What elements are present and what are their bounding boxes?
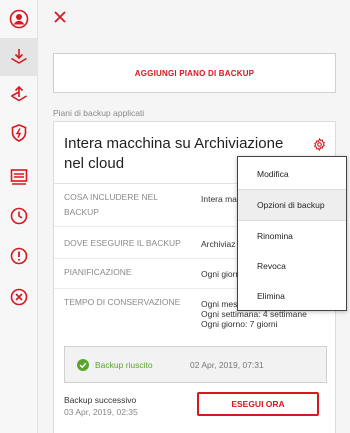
menu-item-rename[interactable]: Rinomina bbox=[238, 221, 346, 251]
deploy-icon bbox=[11, 85, 27, 102]
menu-item-edit[interactable]: Modifica bbox=[238, 159, 346, 189]
row-value-schedule: Ogni giorn bbox=[201, 269, 241, 279]
sidebar-item-alerts[interactable] bbox=[0, 237, 38, 275]
user-icon bbox=[9, 9, 29, 29]
section-label: Piani di backup applicati bbox=[53, 108, 145, 118]
cancel-icon bbox=[10, 288, 28, 306]
sidebar-item-backup[interactable] bbox=[0, 38, 38, 76]
success-check-icon bbox=[77, 359, 89, 371]
row-label-schedule: PIANIFICAZIONE bbox=[64, 267, 132, 277]
menu-item-revoke[interactable]: Revoca bbox=[238, 251, 346, 281]
backup-download-icon bbox=[11, 49, 27, 64]
row-label-where: DOVE ESEGUIRE IL BACKUP bbox=[64, 238, 181, 248]
status-text: Backup riuscito bbox=[95, 360, 153, 370]
run-now-button[interactable]: ESEGUI ORA bbox=[197, 392, 319, 416]
sidebar-item-cancel[interactable] bbox=[0, 278, 38, 316]
row-label-what: COSA INCLUDERE NEL BACKUP bbox=[64, 192, 158, 217]
backup-status-box: Backup riuscito 02 Apr, 2019, 07:31 bbox=[64, 346, 327, 383]
protection-shield-icon bbox=[11, 124, 27, 142]
plan-context-menu: Modifica Opzioni di backup Rinomina Revo… bbox=[237, 156, 347, 311]
row-label-retention: TEMPO DI CONSERVAZIONE bbox=[64, 297, 181, 307]
sidebar-item-schedule[interactable] bbox=[0, 197, 38, 235]
clock-icon bbox=[10, 207, 28, 225]
sidebar-item-protection[interactable] bbox=[0, 114, 38, 152]
menu-item-delete[interactable]: Elimina bbox=[238, 281, 346, 311]
sidebar-item-account[interactable] bbox=[0, 0, 38, 38]
add-backup-plan-button[interactable]: AGGIUNGI PIANO DI BACKUP bbox=[53, 53, 336, 93]
sidebar-item-reports[interactable] bbox=[0, 158, 38, 196]
row-value-where: Archiviaz bbox=[201, 239, 236, 249]
close-icon[interactable] bbox=[52, 9, 68, 25]
report-icon bbox=[10, 169, 28, 185]
sidebar-item-deploy[interactable] bbox=[0, 76, 38, 114]
menu-item-backup-options[interactable]: Opzioni di backup bbox=[238, 190, 346, 220]
gear-icon[interactable] bbox=[313, 138, 326, 151]
next-backup-label: Backup successivo bbox=[64, 395, 137, 405]
row-value-retention-monthly: Ogni mes bbox=[201, 299, 238, 309]
next-backup-date: 03 Apr, 2019, 02:35 bbox=[64, 407, 138, 417]
status-date: 02 Apr, 2019, 07:31 bbox=[190, 360, 264, 370]
sidebar bbox=[0, 0, 38, 433]
alert-icon bbox=[10, 247, 28, 265]
row-value-what: Intera ma bbox=[201, 194, 237, 204]
row-value-retention-daily: Ogni giorno: 7 giorni bbox=[201, 319, 278, 329]
